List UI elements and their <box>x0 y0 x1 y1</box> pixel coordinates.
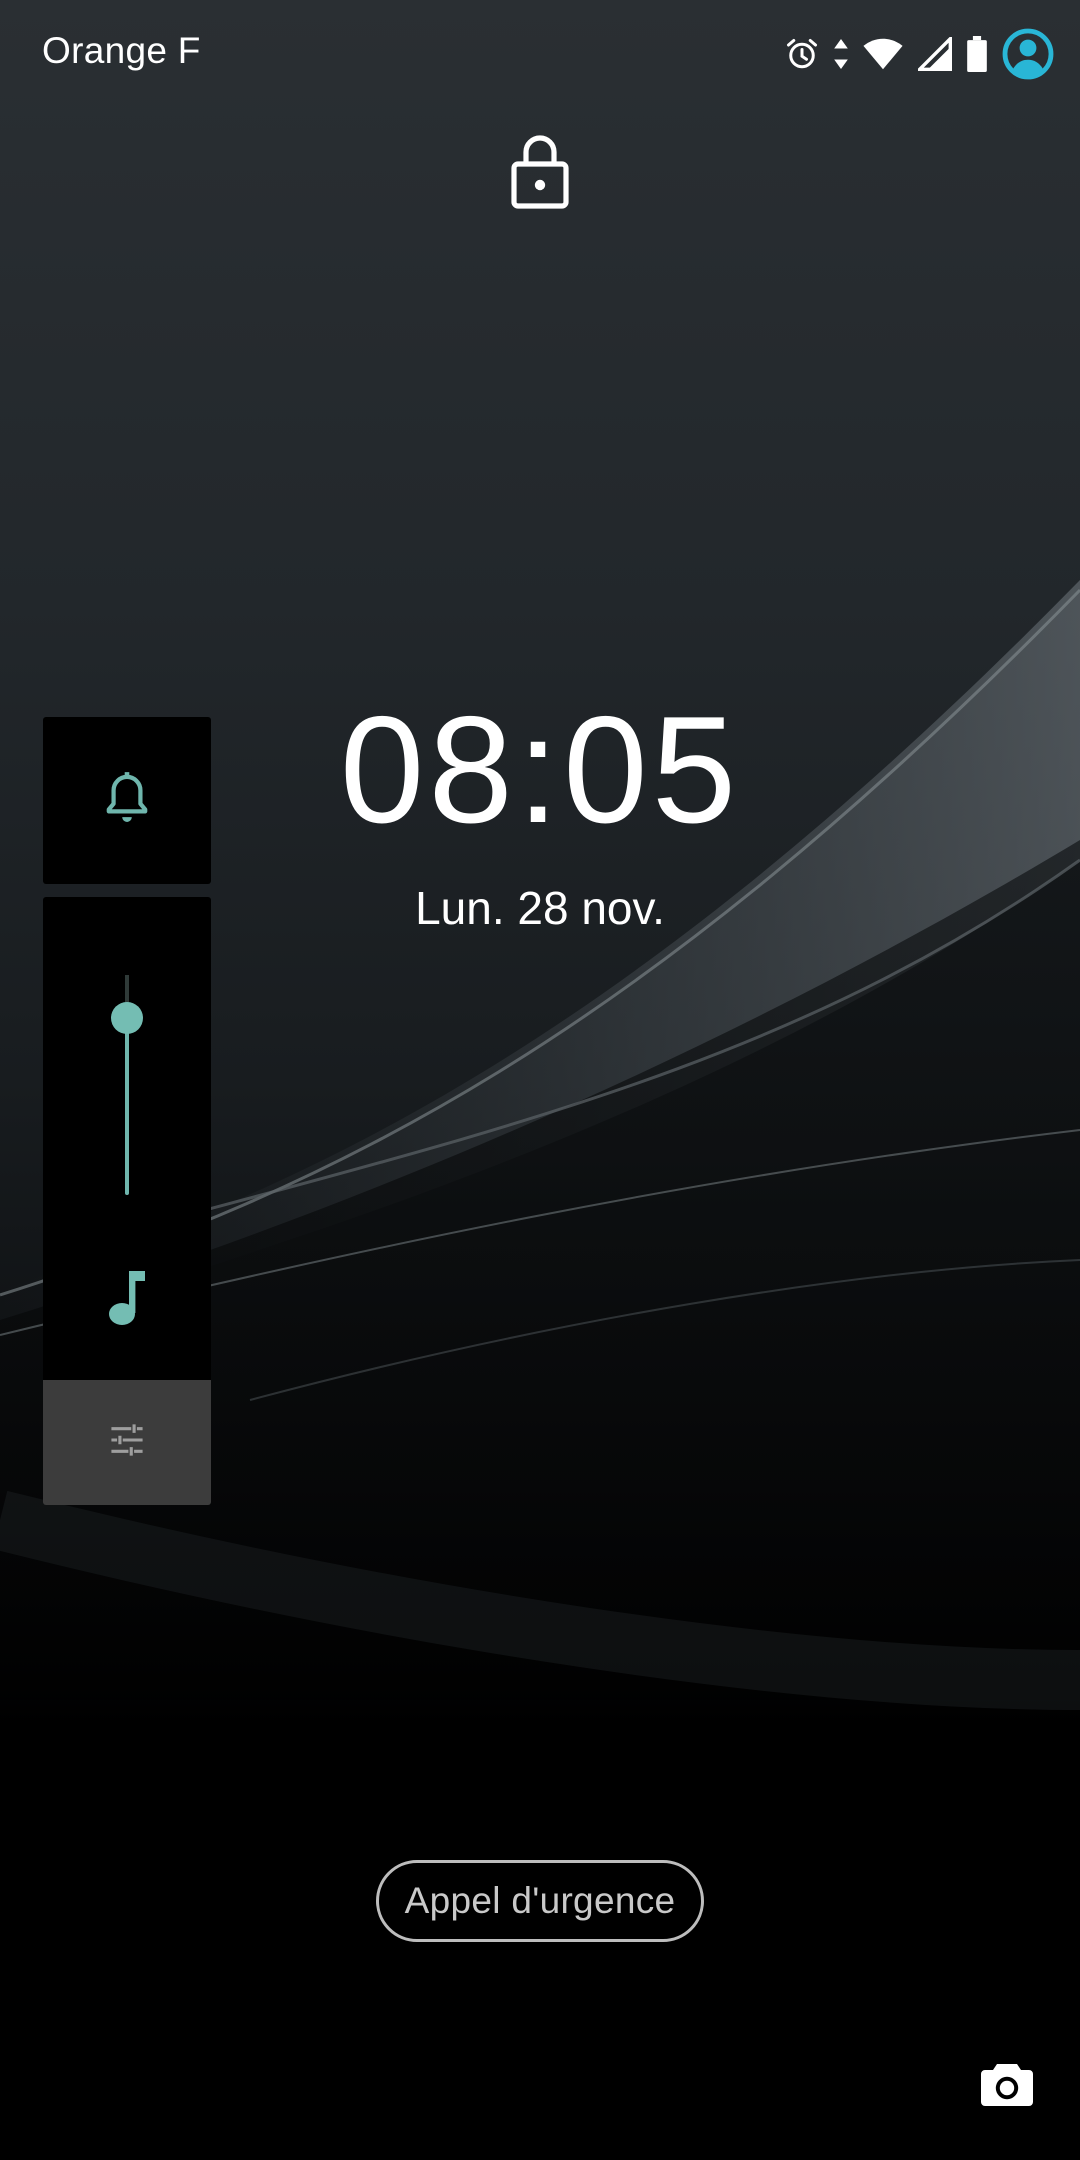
carrier-name: Orange F <box>42 30 201 71</box>
media-volume-panel <box>43 897 211 1380</box>
alarm-icon <box>784 36 820 72</box>
battery-icon <box>966 36 988 72</box>
status-icons <box>784 24 1054 84</box>
status-bar: Orange F <box>0 0 1080 110</box>
lock-icon[interactable] <box>508 130 572 210</box>
user-account-icon[interactable] <box>1002 28 1054 80</box>
cell-signal-icon <box>918 37 952 71</box>
data-arrows-icon <box>834 39 848 69</box>
ringer-mode-button[interactable] <box>43 717 211 884</box>
lock-screen: Orange F 08:05 Lun. 28 nov. Appel d'urge… <box>0 0 1080 2160</box>
bell-icon <box>104 771 150 830</box>
music-note-icon[interactable] <box>105 1267 149 1327</box>
media-volume-thumb[interactable] <box>111 1002 143 1034</box>
wifi-icon <box>862 37 904 71</box>
sliders-icon <box>110 1424 144 1461</box>
volume-settings-button[interactable] <box>43 1380 211 1505</box>
camera-icon[interactable] <box>979 2060 1035 2108</box>
emergency-call-button[interactable]: Appel d'urgence <box>376 1860 704 1942</box>
